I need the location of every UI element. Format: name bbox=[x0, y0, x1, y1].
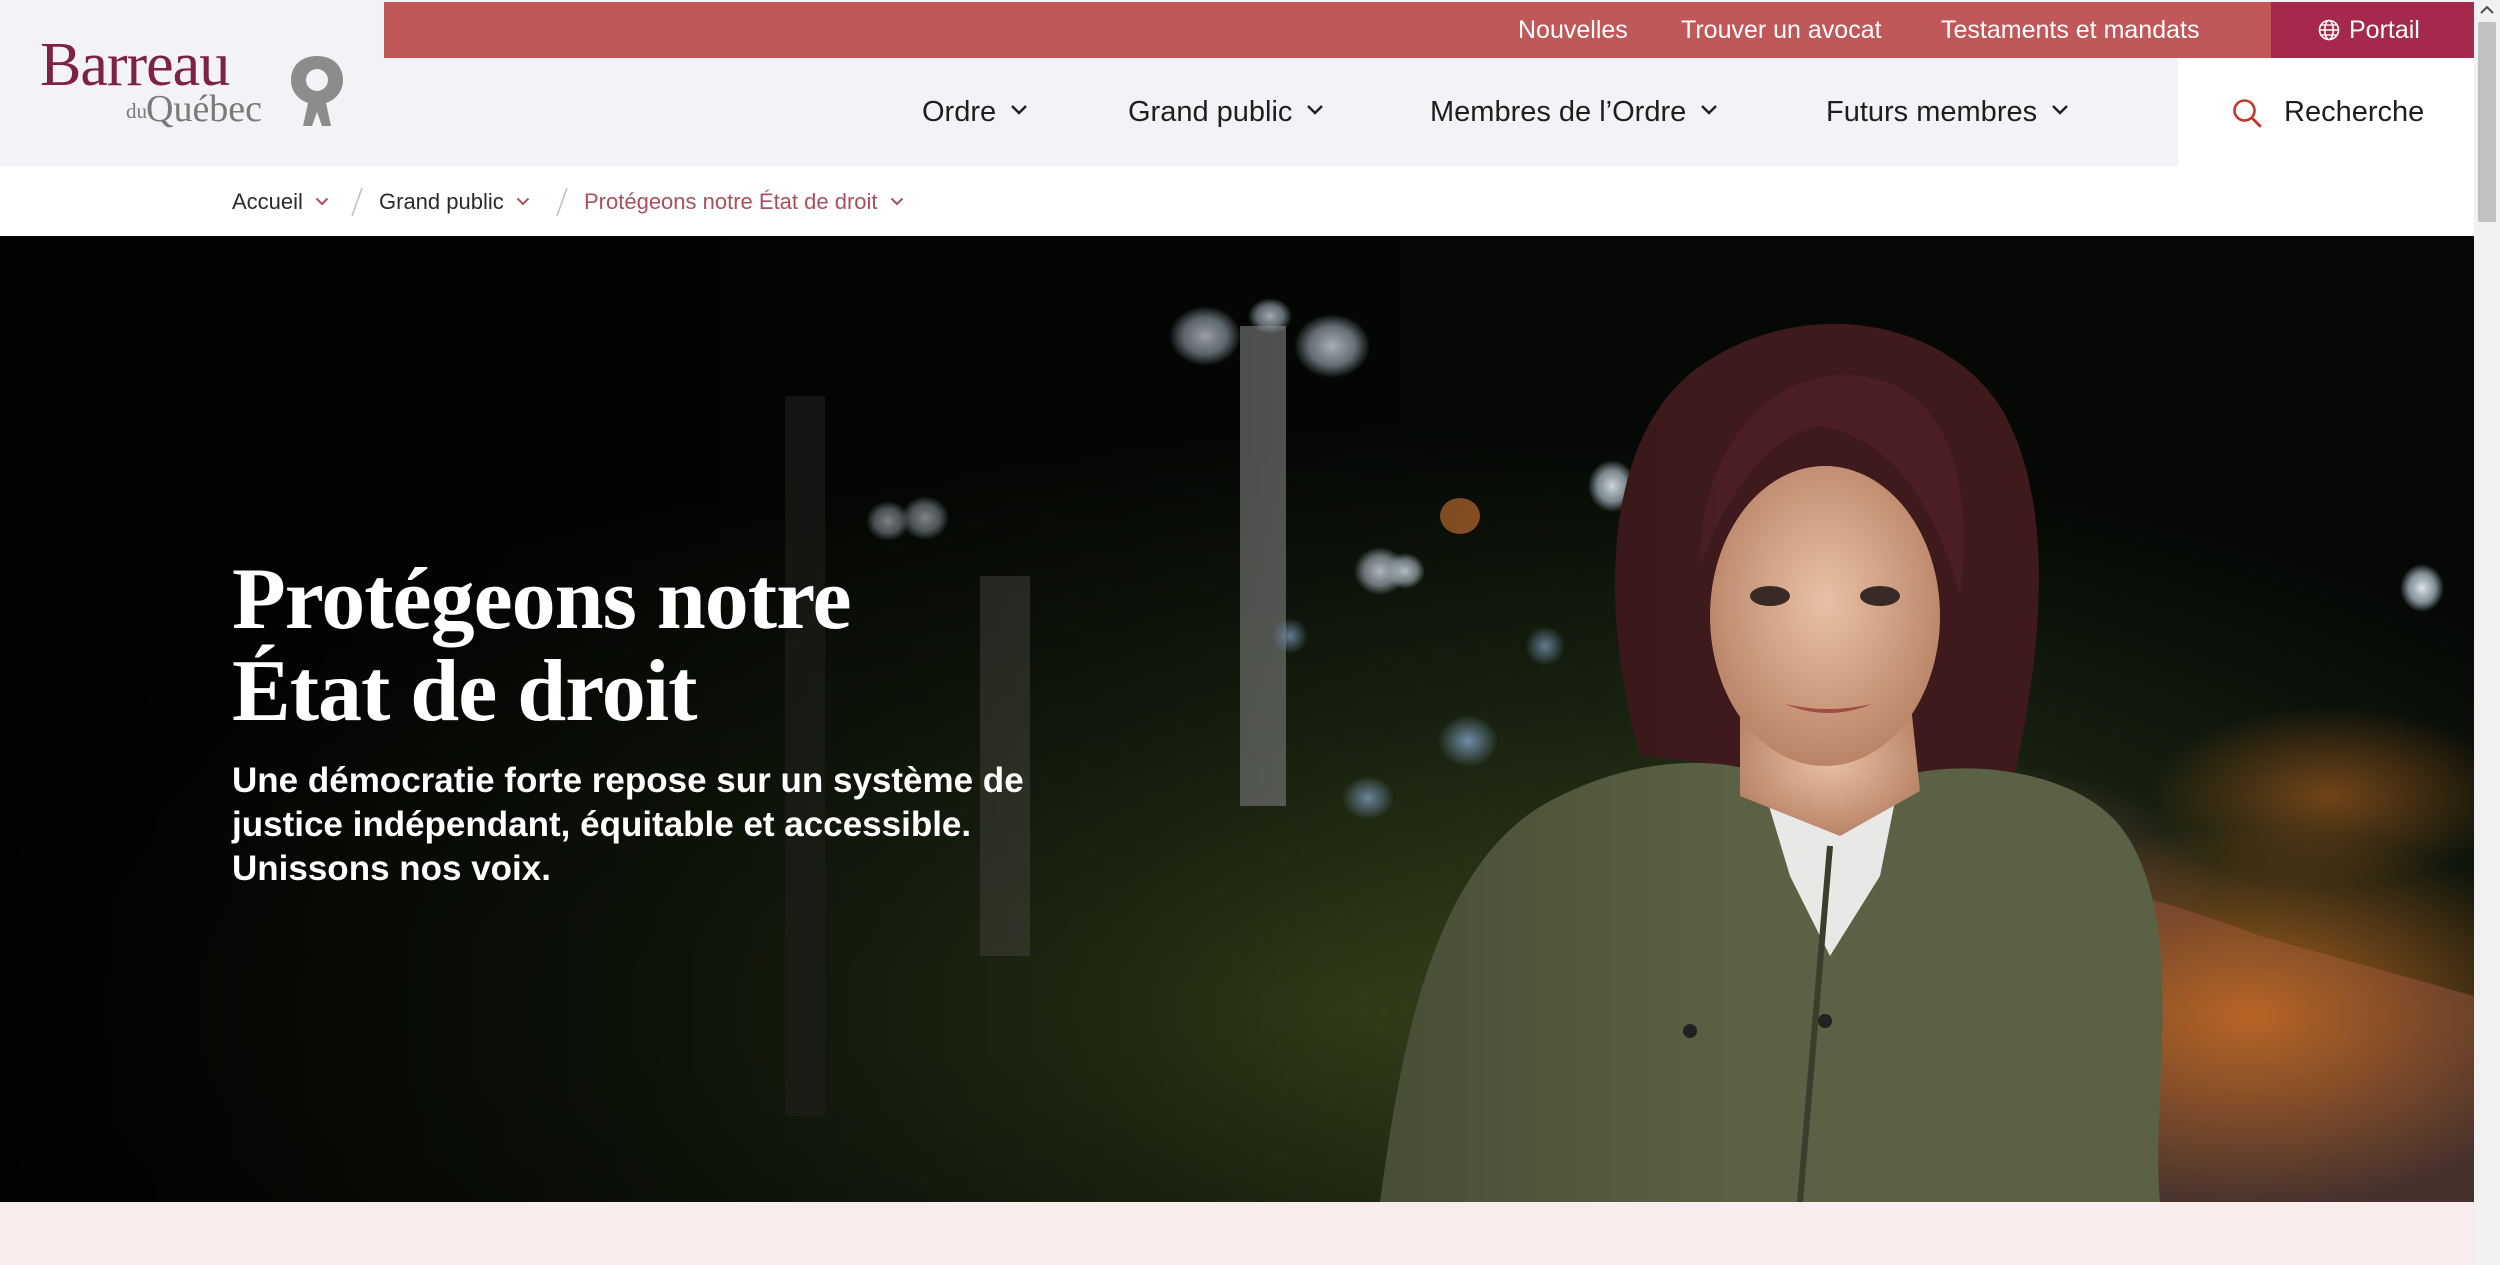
hero-subtitle: Une démocratie forte repose sur un systè… bbox=[232, 759, 1132, 891]
utility-link-nouvelles[interactable]: Nouvelles bbox=[1518, 2, 1628, 58]
utility-link-trouver-avocat[interactable]: Trouver un avocat bbox=[1681, 2, 1882, 58]
nav-item-label: Futurs membres bbox=[1826, 96, 2038, 128]
breadcrumb-label: Grand public bbox=[379, 189, 504, 214]
nav-item-ordre[interactable]: Ordre bbox=[922, 90, 1028, 134]
hero-title-line: Protégeons notre bbox=[232, 551, 852, 648]
logo-wordmark: Barreau bbox=[40, 31, 230, 99]
breadcrumb-separator bbox=[351, 187, 363, 217]
hero-subtitle-line: justice indépendant, équitable et access… bbox=[232, 805, 972, 844]
hero-subtitle-line: Unissons nos voix. bbox=[232, 849, 551, 888]
scroll-up-arrow-icon[interactable] bbox=[2474, 0, 2500, 20]
logo-du: du bbox=[126, 99, 147, 123]
breadcrumb-label: Protégeons notre État de droit bbox=[584, 189, 878, 214]
chevron-down-icon bbox=[1701, 105, 1718, 116]
breadcrumb-label: Accueil bbox=[232, 189, 303, 214]
portal-label: Portail bbox=[2349, 16, 2420, 44]
site-logo[interactable]: Barreau du Québec bbox=[40, 34, 350, 134]
nav-item-futurs-membres[interactable]: Futurs membres bbox=[1826, 90, 2069, 134]
globe-icon bbox=[2318, 19, 2340, 41]
chevron-down-icon bbox=[890, 197, 903, 206]
breadcrumb-separator bbox=[556, 187, 568, 217]
nav-item-label: Membres de l’Ordre bbox=[1430, 96, 1687, 128]
search-label: Recherche bbox=[2284, 96, 2425, 128]
breadcrumb-item-grand-public[interactable]: Grand public bbox=[379, 188, 530, 216]
nav-item-grand-public[interactable]: Grand public bbox=[1128, 90, 1324, 134]
portal-button[interactable]: Portail bbox=[2271, 2, 2474, 58]
breadcrumb-item-current[interactable]: Protégeons notre État de droit bbox=[584, 188, 904, 216]
site-header: Barreau du Québec Nouvelles Trouver un a… bbox=[0, 0, 2474, 166]
nav-item-label: Ordre bbox=[922, 96, 997, 128]
chevron-down-icon bbox=[516, 197, 529, 206]
logo-place: Québec bbox=[146, 88, 263, 130]
chevron-down-icon bbox=[315, 197, 329, 206]
breadcrumb: Accueil Grand public Protégeons notre Ét… bbox=[0, 166, 2474, 236]
breadcrumb-item-accueil[interactable]: Accueil bbox=[232, 188, 329, 216]
search-icon bbox=[2233, 99, 2262, 128]
hero-title-line: État de droit bbox=[232, 643, 697, 740]
nav-item-membres[interactable]: Membres de l’Ordre bbox=[1430, 90, 1718, 134]
chevron-down-icon bbox=[2052, 105, 2068, 116]
hero-banner: Protégeons notre État de droit Une démoc… bbox=[0, 236, 2474, 1202]
scrollbar[interactable] bbox=[2474, 0, 2500, 1265]
hero-title: Protégeons notre État de droit bbox=[232, 551, 852, 740]
utility-link-testaments[interactable]: Testaments et mandats bbox=[1941, 2, 2199, 58]
hero-subtitle-line: Une démocratie forte repose sur un systè… bbox=[232, 761, 1024, 800]
page: Barreau du Québec Nouvelles Trouver un a… bbox=[0, 0, 2474, 1265]
logo-emblem-icon bbox=[291, 56, 343, 126]
scrollbar-thumb[interactable] bbox=[2478, 22, 2496, 222]
utility-bar: Nouvelles Trouver un avocat Testaments e… bbox=[384, 2, 2474, 58]
chevron-down-icon bbox=[1011, 105, 1027, 116]
next-section bbox=[0, 1202, 2474, 1265]
search-button[interactable]: Recherche bbox=[2178, 58, 2474, 166]
chevron-down-icon bbox=[1307, 105, 1324, 116]
nav-item-label: Grand public bbox=[1128, 96, 1293, 128]
